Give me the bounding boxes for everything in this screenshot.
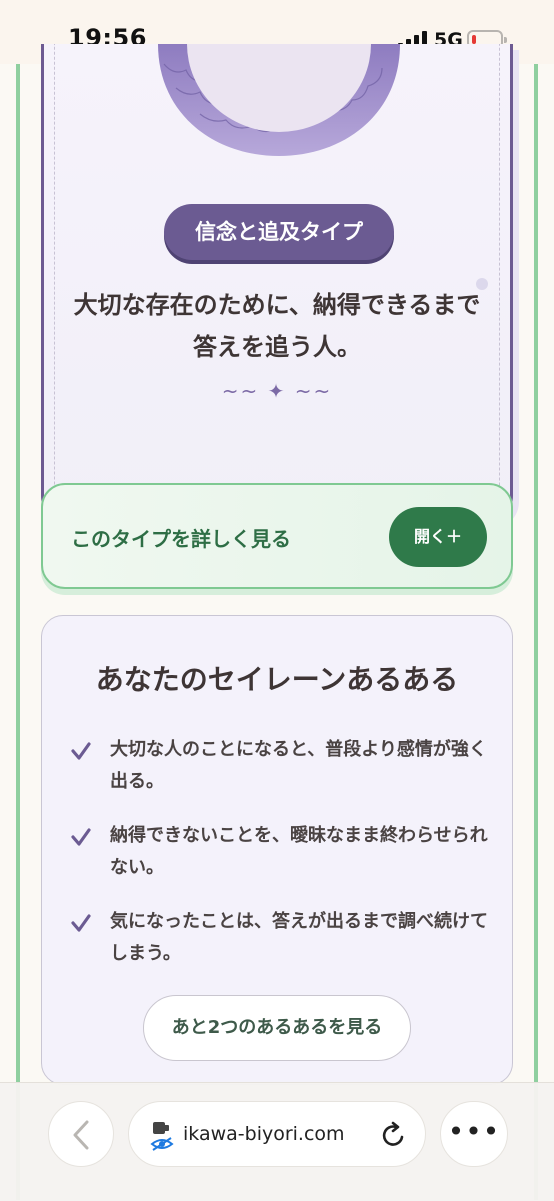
list-item: 気になったことは、答えが出るまで調べ続けてしまう。	[70, 906, 492, 970]
flourish-ornament: ~~ ✦ ~~	[221, 379, 333, 403]
chevron-left-icon	[73, 1120, 89, 1150]
siren-emblem-icon	[158, 44, 400, 156]
check-icon	[71, 828, 91, 846]
check-icon	[71, 914, 91, 932]
aruaru-title: あなたのセイレーンあるある	[95, 663, 459, 696]
page-rail-left	[16, 64, 20, 1200]
type-detail-toggle[interactable]: このタイプを詳しく見る 開く＋	[41, 483, 513, 589]
result-card: 信念と追及タイプ 大切な存在のために、納得できるまで答えを追う人。 ~~ ✦ ~…	[41, 44, 513, 522]
type-description: 大切な存在のために、納得できるまで答えを追う人。	[73, 291, 481, 361]
check-icon	[71, 742, 91, 760]
address-bar[interactable]: ikawa-biyori.com	[128, 1101, 426, 1167]
reload-icon[interactable]	[381, 1121, 407, 1149]
list-item: 納得できないことを、曖昧なまま終わらせられない。	[70, 820, 492, 884]
type-badge: 信念と追及タイプ	[164, 204, 394, 260]
aruaru-item-text: 大切な人のことになると、普段より感情が強く出る。	[110, 739, 487, 792]
url-text: ikawa-biyori.com	[183, 1123, 345, 1145]
privacy-shield-icon	[150, 1122, 174, 1151]
aruaru-list: 大切な人のことになると、普段より感情が強く出る。 納得できないことを、曖昧なまま…	[70, 734, 492, 992]
page-rail-right	[534, 64, 538, 1200]
show-more-aruaru-button[interactable]: あと2つのあるあるを見る	[143, 995, 411, 1061]
more-dots-icon: •••	[447, 1115, 501, 1148]
page-content: 信念と追及タイプ 大切な存在のために、納得できるまで答えを追う人。 ~~ ✦ ~…	[0, 44, 554, 1200]
aruaru-item-text: 気になったことは、答えが出るまで調べ続けてしまう。	[110, 911, 488, 964]
back-button[interactable]	[48, 1101, 114, 1167]
open-button[interactable]: 開く＋	[389, 507, 487, 567]
aruaru-item-text: 納得できないことを、曖昧なまま終わらせられない。	[110, 825, 488, 878]
browser-toolbar: ikawa-biyori.com •••	[0, 1082, 554, 1201]
aruaru-card: あなたのセイレーンあるある 大切な人のことになると、普段より感情が強く出る。 納…	[41, 615, 513, 1085]
more-menu-button[interactable]: •••	[440, 1101, 508, 1167]
type-detail-label: このタイプを詳しく見る	[71, 527, 291, 551]
list-item: 大切な人のことになると、普段より感情が強く出る。	[70, 734, 492, 798]
